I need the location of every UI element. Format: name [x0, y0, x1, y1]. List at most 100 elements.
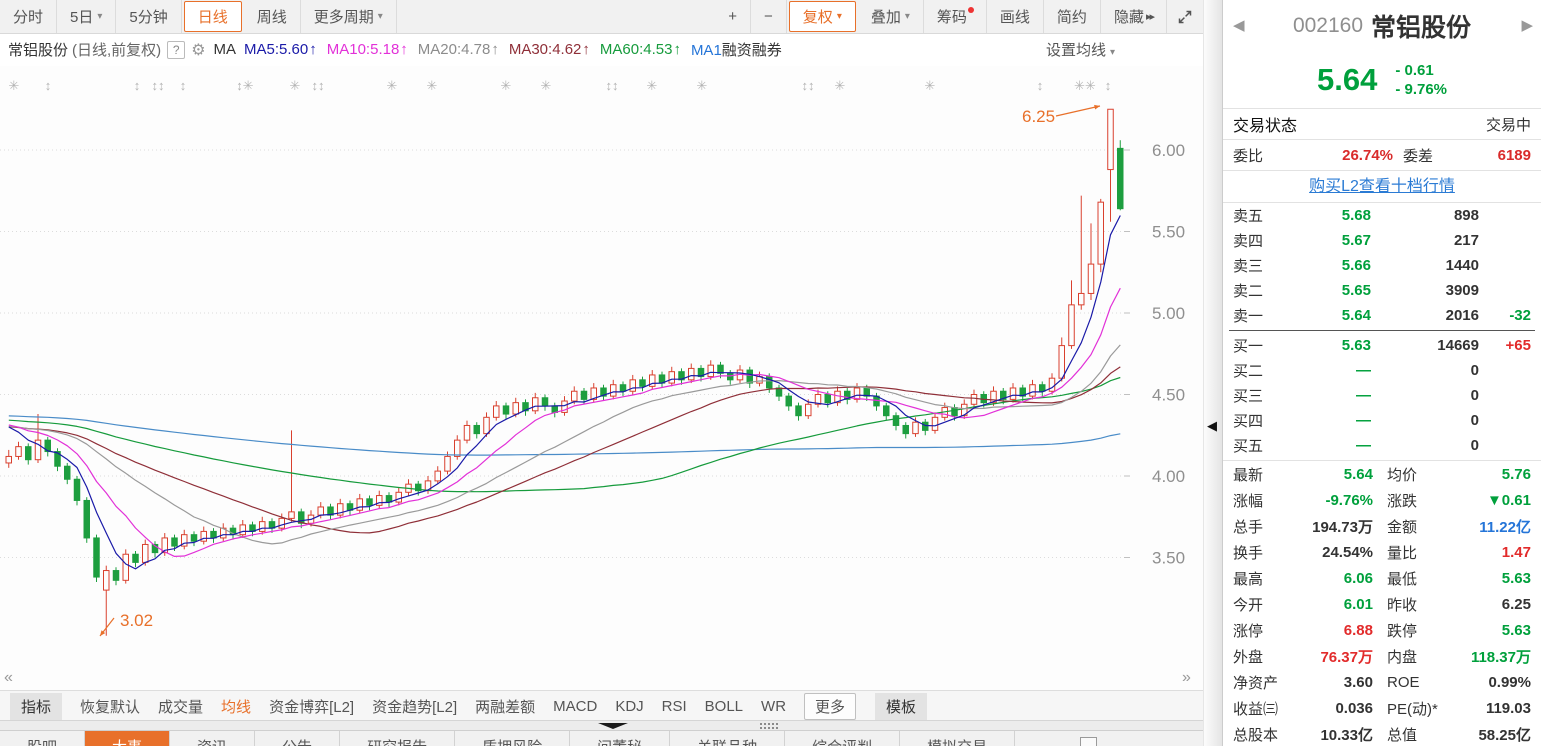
indicator-margin-diff[interactable]: 两融差额	[475, 696, 535, 717]
event-marker-icon[interactable]: ↕✳	[236, 78, 254, 93]
stat-row: 总手194.73万金额11.22亿	[1223, 513, 1541, 539]
more-periods-label: 更多周期	[314, 6, 374, 27]
tab-rating[interactable]: 综合评判	[785, 731, 900, 746]
stats-grid: 最新5.64均价5.76涨幅-9.76%涨跌▼0.61总手194.73万金额11…	[1223, 460, 1541, 746]
mini-window-icon[interactable]	[1080, 737, 1097, 746]
candle-body	[172, 538, 178, 546]
sell-level-volume: 2016	[1371, 307, 1479, 324]
event-marker-icon[interactable]: ↕	[180, 78, 187, 93]
tab-ask-secretary[interactable]: 问董秘	[570, 731, 670, 746]
tab-research[interactable]: 研究报告	[340, 731, 455, 746]
period-daily-button[interactable]: 日线	[184, 1, 242, 32]
indicator-volume[interactable]: 成交量	[158, 696, 203, 717]
price-annotation: 3.02	[120, 611, 153, 630]
indicator-fund-game[interactable]: 资金博弈[L2]	[269, 696, 354, 717]
indicator-boll[interactable]: BOLL	[705, 698, 743, 715]
candle-body	[279, 518, 285, 528]
event-marker-icon[interactable]: ✳	[9, 78, 20, 93]
period-time-sharing-button[interactable]: 分时	[0, 0, 57, 33]
tab-pledge-risk[interactable]: 质押风险	[455, 731, 570, 746]
stat-value: 6.01	[1297, 596, 1373, 613]
indicator-macd[interactable]: MACD	[553, 698, 597, 715]
tab-simulation[interactable]: 模拟交易	[900, 731, 1015, 746]
event-marker-icon[interactable]: ✳	[925, 78, 936, 93]
buy-level-row: 买五—0	[1223, 433, 1541, 458]
trade-status-row: 交易状态 交易中	[1223, 109, 1541, 140]
period-weekly-button[interactable]: 周线	[244, 0, 301, 33]
stat-value: 5.63	[1455, 570, 1531, 587]
next-stock-arrow[interactable]: ▶	[1521, 16, 1533, 34]
overlay-button[interactable]: 叠加▾	[858, 0, 924, 33]
period-weekly-label: 周线	[257, 6, 287, 27]
help-icon[interactable]: ?	[167, 41, 185, 59]
event-marker-icon[interactable]: ✳✳	[1074, 78, 1096, 93]
stat-label: 净资产	[1233, 672, 1297, 693]
ma-info-row: 常铝股份 (日线,前复权) ? ⚙ MA MA5:5.60↑MA10:5.18↑…	[0, 34, 1203, 65]
event-marker-icon[interactable]: ↕	[1105, 78, 1112, 93]
event-marker-icon[interactable]: ↕↕	[606, 78, 619, 93]
tab-events[interactable]: 大事	[85, 731, 170, 746]
tab-news[interactable]: 资讯	[170, 731, 255, 746]
indicator-rsi[interactable]: RSI	[662, 698, 687, 715]
event-marker-icon[interactable]: ✳	[427, 78, 438, 93]
event-marker-icon[interactable]: ↕↕	[152, 78, 165, 93]
candlestick-chart[interactable]: 6.005.505.004.504.003.50✳↕↕↕↕↕↕✳✳↕↕✳✳✳✳↕…	[0, 66, 1203, 690]
stat-label: 外盘	[1233, 646, 1297, 667]
tab-notice[interactable]: 公告	[255, 731, 340, 746]
zoom-in-button[interactable]: +	[715, 0, 751, 33]
scroll-left-button[interactable]: «	[4, 669, 13, 686]
event-marker-icon[interactable]: ↕	[1037, 78, 1044, 93]
indicator-kdj[interactable]: KDJ	[615, 698, 643, 715]
event-marker-icon[interactable]: ✳	[541, 78, 552, 93]
commission-row: 委比 26.74% 委差 6189	[1223, 140, 1541, 171]
l2-purchase-link[interactable]: 购买L2查看十档行情	[1223, 171, 1541, 203]
candle-body	[1098, 202, 1104, 264]
event-marker-icon[interactable]: ✳	[387, 78, 398, 93]
candle-body	[1059, 346, 1065, 379]
indicator-template[interactable]: 模板	[875, 693, 927, 720]
ma-settings-dropdown[interactable]: 设置均线▾	[1046, 39, 1115, 60]
candle-body	[640, 380, 646, 387]
event-marker-icon[interactable]: ✳	[697, 78, 708, 93]
panel-collapse-strip[interactable]: ◀	[1203, 0, 1223, 746]
event-marker-icon[interactable]: ↕	[134, 78, 141, 93]
indicator-ma[interactable]: 均线	[221, 696, 251, 717]
indicator-fund-trend[interactable]: 资金趋势[L2]	[372, 696, 457, 717]
period-5day-button[interactable]: 5日▾	[57, 0, 116, 33]
event-marker-icon[interactable]: ↕	[45, 78, 52, 93]
price-adjust-button[interactable]: 复权▾	[789, 1, 856, 32]
indicator-more[interactable]: 更多	[804, 693, 856, 720]
chart-canvas[interactable]: 6.005.505.004.504.003.50✳↕↕↕↕↕↕✳✳↕↕✳✳✳✳↕…	[0, 66, 1203, 690]
candle-body	[806, 404, 812, 415]
period-5min-button[interactable]: 5分钟	[116, 0, 181, 33]
scroll-right-button[interactable]: »	[1182, 669, 1191, 686]
prev-stock-arrow[interactable]: ◀	[1233, 16, 1245, 34]
indicator-indicator[interactable]: 指标	[10, 693, 62, 720]
buy-level-row: 买一5.6314669+65	[1223, 333, 1541, 358]
chips-button[interactable]: 筹码	[924, 0, 987, 33]
tab-guba[interactable]: 股吧	[0, 731, 85, 746]
drag-handle-icon[interactable]	[760, 723, 778, 729]
event-marker-icon[interactable]: ↕↕	[312, 78, 325, 93]
draw-line-button[interactable]: 画线	[987, 0, 1044, 33]
event-marker-icon[interactable]: ✳	[835, 78, 846, 93]
hide-button[interactable]: 隐藏▸▸	[1101, 0, 1167, 33]
sell-level-delta: -32	[1479, 307, 1531, 324]
fullscreen-button[interactable]	[1167, 0, 1203, 33]
buy-level-label: 买五	[1233, 435, 1279, 456]
tab-related[interactable]: 关联品种	[670, 731, 785, 746]
indicator-wr[interactable]: WR	[761, 698, 786, 715]
more-periods-button[interactable]: 更多周期▾	[301, 0, 397, 33]
event-marker-icon[interactable]: ✳	[647, 78, 658, 93]
candle-body	[1040, 385, 1046, 392]
gear-icon[interactable]: ⚙	[191, 40, 205, 60]
sell-level-row: 卖二5.653909	[1223, 278, 1541, 303]
candle-body	[903, 425, 909, 433]
event-marker-icon[interactable]: ↕↕	[802, 78, 815, 93]
indicator-restore-default[interactable]: 恢复默认	[80, 696, 140, 717]
simple-mode-button[interactable]: 简约	[1044, 0, 1101, 33]
zoom-out-button[interactable]: −	[751, 0, 787, 33]
event-marker-icon[interactable]: ✳	[290, 78, 301, 93]
collapse-down-arrow-icon[interactable]	[598, 723, 628, 729]
event-marker-icon[interactable]: ✳	[501, 78, 512, 93]
